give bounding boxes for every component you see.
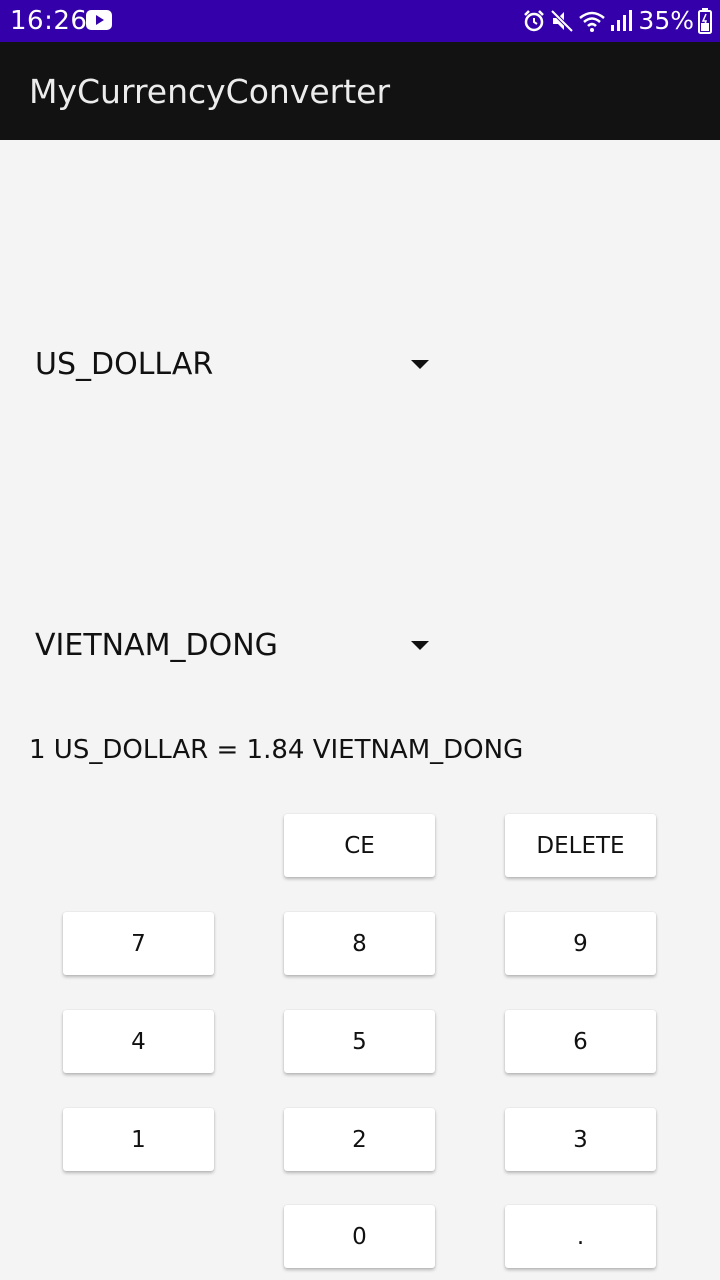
to-currency-value: VIETNAM_DONG (35, 628, 278, 663)
from-currency-spinner[interactable]: US_DOLLAR (22, 330, 442, 400)
key-7-button[interactable]: 7 (63, 912, 214, 975)
key-5-button[interactable]: 5 (284, 1010, 435, 1073)
app-title: MyCurrencyConverter (29, 72, 391, 111)
wifi-icon (579, 11, 606, 32)
key-9-button[interactable]: 9 (505, 912, 656, 975)
key-6-button[interactable]: 6 (505, 1010, 656, 1073)
to-currency-spinner[interactable]: VIETNAM_DONG (22, 611, 442, 681)
delete-button[interactable]: DELETE (505, 814, 656, 877)
battery-icon (698, 8, 712, 34)
status-icons: 35% (522, 5, 712, 37)
status-bar: 16:26 35% (0, 0, 720, 42)
status-time: 16:26 (10, 6, 88, 36)
key-8-button[interactable]: 8 (284, 912, 435, 975)
key-1-button[interactable]: 1 (63, 1108, 214, 1171)
signal-icon (611, 10, 633, 31)
dropdown-arrow-icon (411, 641, 429, 650)
mute-icon (551, 9, 574, 33)
battery-percent: 35% (638, 6, 694, 35)
app-bar: MyCurrencyConverter (0, 42, 720, 140)
dropdown-arrow-icon (411, 360, 429, 369)
key-2-button[interactable]: 2 (284, 1108, 435, 1171)
alarm-icon (524, 10, 545, 32)
conversion-rate-text: 1 US_DOLLAR = 1.84 VIETNAM_DONG (29, 735, 524, 765)
key-0-button[interactable]: 0 (284, 1205, 435, 1268)
youtube-icon (86, 10, 112, 30)
key-3-button[interactable]: 3 (505, 1108, 656, 1171)
key-4-button[interactable]: 4 (63, 1010, 214, 1073)
ce-button[interactable]: CE (284, 814, 435, 877)
decimal-point-button[interactable]: . (505, 1205, 656, 1268)
from-currency-value: US_DOLLAR (35, 347, 214, 382)
